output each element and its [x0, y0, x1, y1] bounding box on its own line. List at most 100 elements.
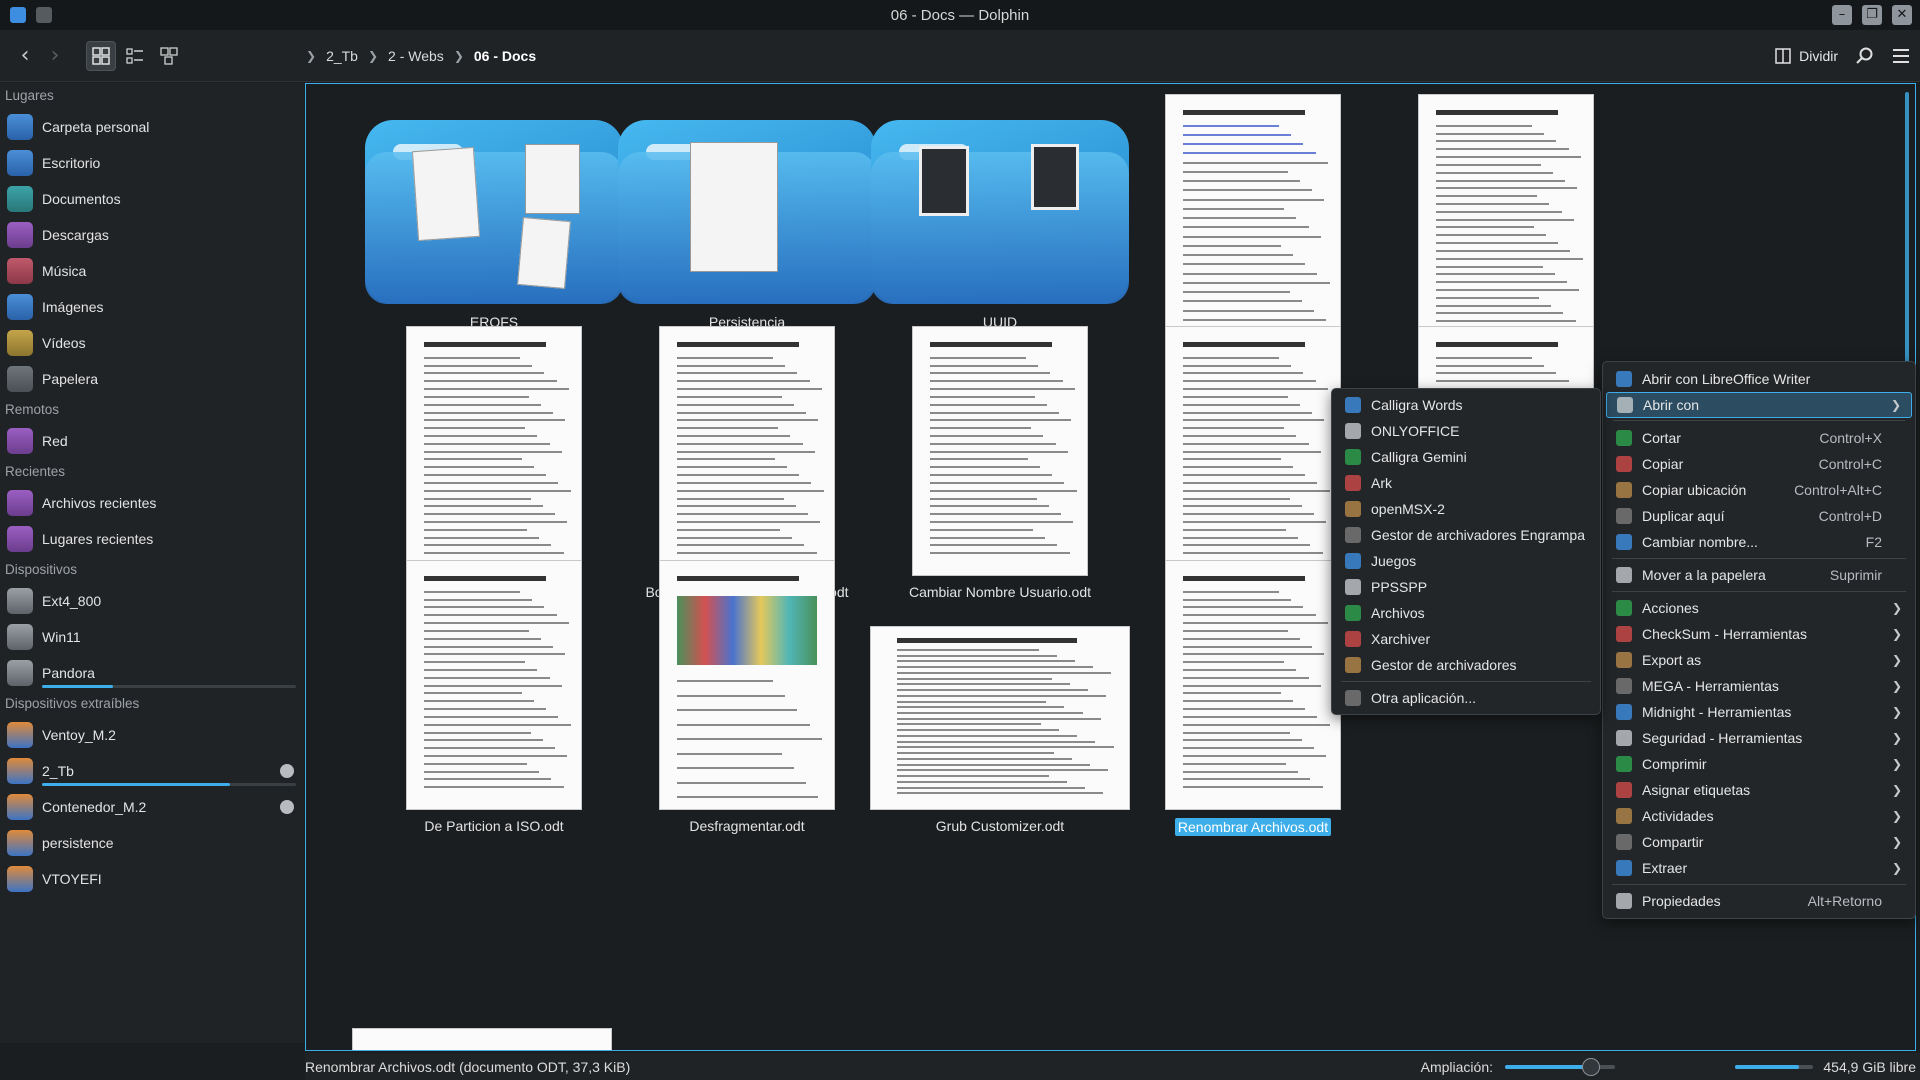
menu-item[interactable]: ONLYOFFICE [1335, 418, 1597, 444]
menu-item[interactable]: Xarchiver [1335, 626, 1597, 652]
details-view-button[interactable] [154, 41, 184, 71]
menu-item[interactable]: Actividades ❯ [1606, 803, 1912, 829]
sidebar-item[interactable]: Escritorio [0, 145, 304, 181]
menu-item-label: Gestor de archivadores Engrampa [1371, 527, 1585, 543]
menu-item[interactable]: Acciones ❯ [1606, 595, 1912, 621]
toolbar: ‹ › ❯ 2_Tb ❯ 2 - Webs ❯ 06 - Docs Dividi… [0, 30, 1920, 82]
menu-item[interactable]: Asignar etiquetas ❯ [1606, 777, 1912, 803]
sidebar-item-label: persistence [42, 835, 114, 851]
desktop-icon [7, 150, 33, 176]
submenu-arrow-icon: ❯ [1891, 679, 1902, 693]
sidebar-item-label: Red [42, 433, 68, 449]
recent-places-icon [7, 526, 33, 552]
zoom-label: Ampliación: [1420, 1058, 1493, 1075]
breadcrumb-current[interactable]: 06 - Docs [474, 48, 536, 64]
menu-shortcut: Control+Alt+C [1794, 482, 1882, 498]
sidebar-item-label: Ventoy_M.2 [42, 727, 116, 743]
menu-item[interactable]: Calligra Words [1335, 392, 1597, 418]
back-button[interactable]: ‹ [10, 41, 40, 71]
split-button[interactable]: Dividir [1775, 48, 1838, 64]
search-icon[interactable] [1856, 47, 1874, 65]
menu-item[interactable]: MEGA - Herramientas ❯ [1606, 673, 1912, 699]
menu-item[interactable]: Otra aplicación... [1335, 685, 1597, 711]
sidebar-item[interactable]: persistence [0, 825, 304, 861]
usb-drive-icon [7, 866, 33, 892]
menu-item[interactable]: Copiar ubicación Control+Alt+C [1606, 477, 1912, 503]
menu-item[interactable]: Comprimir ❯ [1606, 751, 1912, 777]
sidebar-item[interactable]: Contenedor_M.2 [0, 789, 304, 825]
menu-item[interactable]: Compartir ❯ [1606, 829, 1912, 855]
other-app-icon [1345, 690, 1361, 706]
xarchiver-icon [1345, 631, 1361, 647]
menu-item[interactable]: Ark [1335, 470, 1597, 496]
zoom-slider[interactable] [1505, 1057, 1615, 1076]
menu-item[interactable]: Abrir con LibreOffice Writer [1606, 366, 1912, 392]
menu-item[interactable]: Juegos [1335, 548, 1597, 574]
file-name-label: Desfragmentar.odt [689, 818, 805, 834]
menu-item[interactable]: Duplicar aquí Control+D [1606, 503, 1912, 529]
document-thumbnail [870, 626, 1130, 810]
document-thumbnail[interactable] [352, 1028, 612, 1050]
menu-item-label: Otra aplicación... [1371, 690, 1477, 706]
menu-item-label: Midnight - Herramientas [1642, 704, 1792, 720]
sidebar-item[interactable]: Red [0, 423, 304, 459]
menu-item[interactable]: Gestor de archivadores [1335, 652, 1597, 682]
menu-item[interactable]: Copiar Control+C [1606, 451, 1912, 477]
menu-item[interactable]: Extraer ❯ [1606, 855, 1912, 885]
submenu-arrow-icon: ❯ [1891, 809, 1902, 823]
sidebar-item[interactable]: Descargas [0, 217, 304, 253]
minimize-button[interactable]: – [1832, 5, 1852, 25]
usb-drive-icon [7, 722, 33, 748]
maximize-button[interactable]: ❐ [1862, 5, 1882, 25]
hamburger-menu-icon[interactable] [1892, 48, 1910, 64]
menu-item-label: Abrir con [1643, 397, 1700, 413]
games-icon [1345, 553, 1361, 569]
sidebar-item[interactable]: Papelera [0, 361, 304, 397]
extract-icon [1616, 860, 1632, 876]
menu-item[interactable]: Cortar Control+X [1606, 425, 1912, 451]
menu-item[interactable]: Calligra Gemini [1335, 444, 1597, 470]
menu-item[interactable]: CheckSum - Herramientas ❯ [1606, 621, 1912, 647]
sidebar-item[interactable]: Pandora [0, 655, 304, 691]
menu-item[interactable]: Midnight - Herramientas ❯ [1606, 699, 1912, 725]
menu-item[interactable]: Seguridad - Herramientas ❯ [1606, 725, 1912, 751]
sidebar-item[interactable]: Archivos recientes [0, 485, 304, 521]
context-menu: Abrir con LibreOffice Writer Abrir con ❯ Co… [1602, 361, 1916, 919]
menu-item[interactable]: Propiedades Alt+Retorno [1606, 888, 1912, 914]
menu-item[interactable]: Gestor de archivadores Engrampa [1335, 522, 1597, 548]
sidebar-item[interactable]: Ventoy_M.2 [0, 717, 304, 753]
menu-item[interactable]: Mover a la papelera Suprimir [1606, 562, 1912, 592]
menu-item[interactable]: PPSSPP [1335, 574, 1597, 600]
menu-item[interactable]: openMSX-2 [1335, 496, 1597, 522]
engrampa-icon [1345, 527, 1361, 543]
breadcrumb-item[interactable]: 2_Tb [326, 48, 358, 64]
sidebar-item[interactable]: Ext4_800 [0, 583, 304, 619]
menu-item[interactable]: Export as ❯ [1606, 647, 1912, 673]
sidebar-item[interactable]: Lugares recientes [0, 521, 304, 557]
menu-item[interactable]: Abrir con ❯ [1606, 392, 1912, 421]
sidebar-item[interactable]: Imágenes [0, 289, 304, 325]
menu-item[interactable]: Archivos [1335, 600, 1597, 626]
sidebar-item[interactable]: Documentos [0, 181, 304, 217]
menu-item-label: Gestor de archivadores [1371, 657, 1517, 673]
sidebar-item[interactable]: Carpeta personal [0, 109, 304, 145]
menu-item-label: Archivos [1371, 605, 1425, 621]
dolphin-app-icon[interactable] [10, 7, 26, 23]
sidebar-item[interactable]: Música [0, 253, 304, 289]
close-button[interactable]: ✕ [1892, 5, 1912, 25]
forward-button[interactable]: › [40, 41, 70, 71]
sidebar-item[interactable]: Win11 [0, 619, 304, 655]
menu-shortcut: Alt+Retorno [1807, 893, 1882, 909]
eject-icon[interactable] [280, 764, 294, 778]
breadcrumb-item[interactable]: 2 - Webs [388, 48, 444, 64]
sidebar-item[interactable]: 2_Tb [0, 753, 304, 789]
eject-icon[interactable] [280, 800, 294, 814]
compact-view-button[interactable] [120, 41, 150, 71]
menu-item[interactable]: Cambiar nombre... F2 [1606, 529, 1912, 559]
sidebar-item[interactable]: VTOYEFI [0, 861, 304, 897]
icons-view-button[interactable] [86, 40, 116, 71]
menu-item-label: Copiar [1642, 456, 1684, 472]
sidebar-item[interactable]: Vídeos [0, 325, 304, 361]
zoom-slider-handle[interactable] [1581, 1057, 1600, 1076]
window-menu-icon[interactable] [36, 7, 52, 23]
